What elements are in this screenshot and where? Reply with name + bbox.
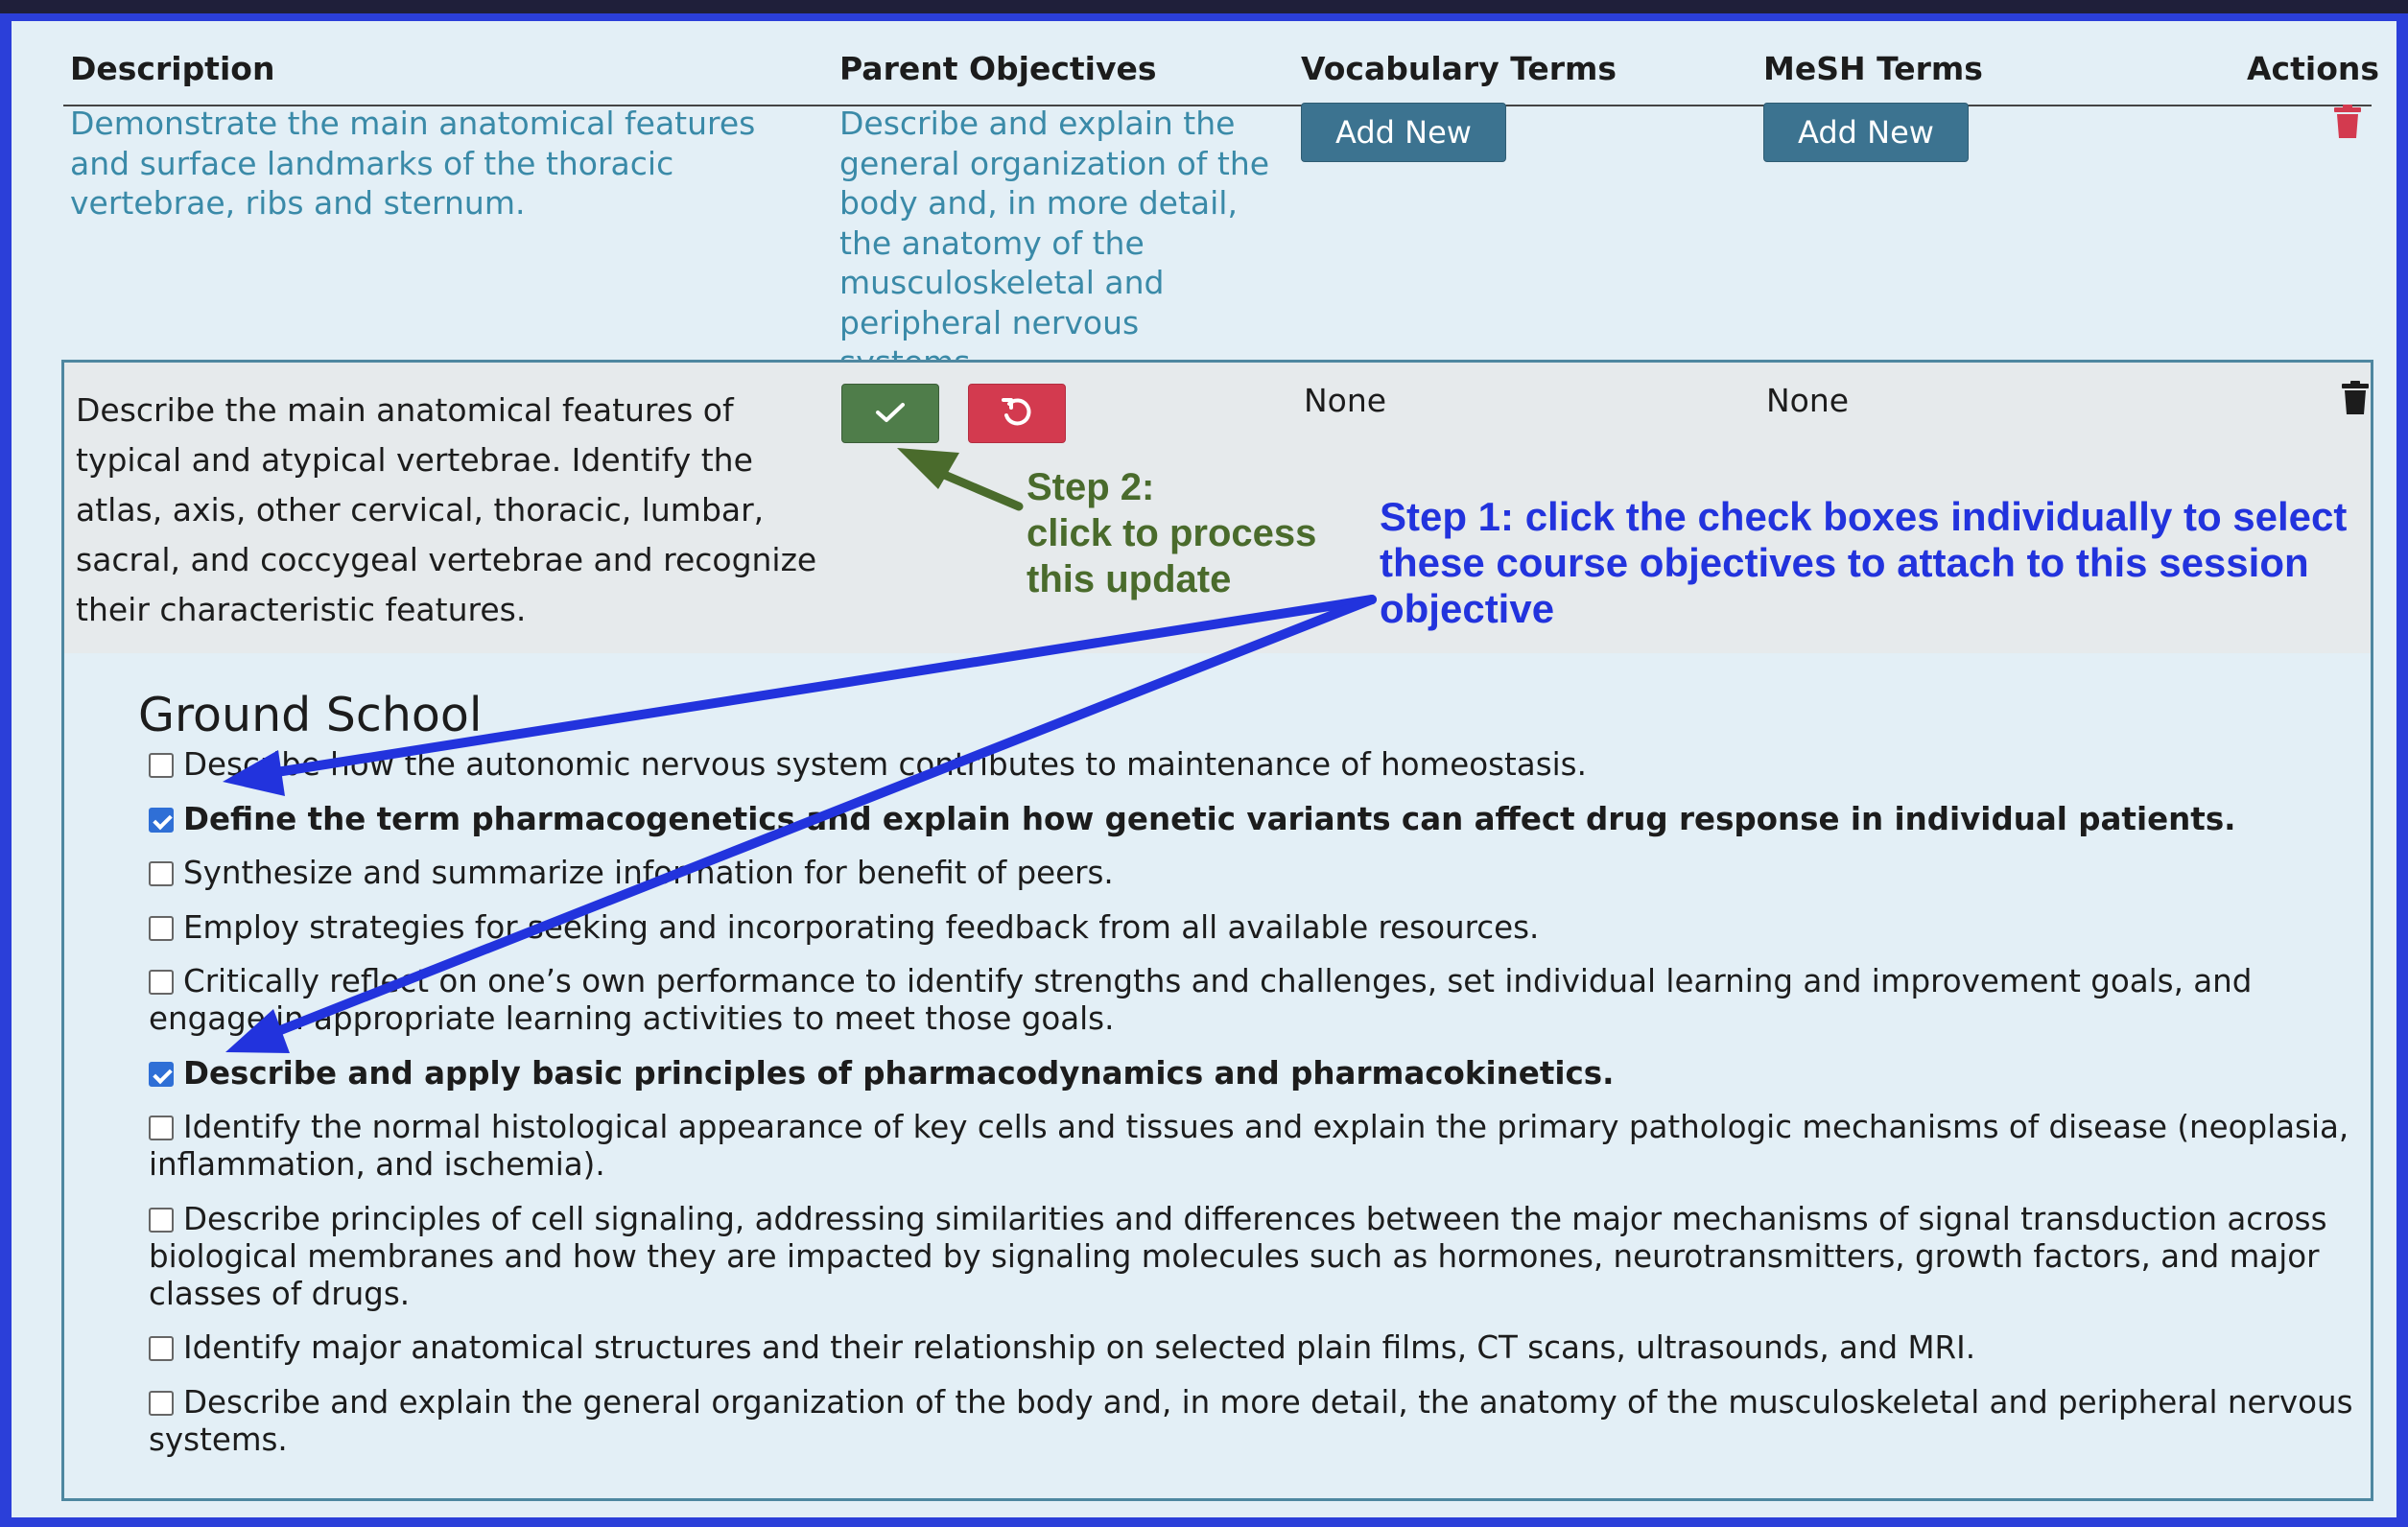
save-parents-button[interactable] xyxy=(841,384,939,443)
row1-parent-objective[interactable]: Describe and explain the general organiz… xyxy=(839,104,1281,383)
objective-item[interactable]: Describe principles of cell signaling, a… xyxy=(149,1201,2355,1313)
step2-annotation: Step 2: click to process this update xyxy=(1027,466,1317,600)
objective-item[interactable]: Identify major anatomical structures and… xyxy=(149,1329,2355,1367)
objective-checkbox[interactable] xyxy=(149,753,174,778)
header-actions: Actions xyxy=(2247,50,2379,87)
objective-item[interactable]: Employ strategies for seeking and incorp… xyxy=(149,909,2355,947)
objective-checkbox[interactable] xyxy=(149,1336,174,1361)
header-vocabulary-terms[interactable]: Vocabulary Terms xyxy=(1301,50,1617,87)
row1-description[interactable]: Demonstrate the main anatomical features… xyxy=(70,104,818,223)
course-objectives-list: Describe how the autonomic nervous syste… xyxy=(149,746,2355,1475)
step1-annotation: Step 1: click the check boxes individual… xyxy=(1380,494,2348,631)
mesh-add-new-button[interactable]: Add New xyxy=(1763,103,1969,162)
objective-item[interactable]: Identify the normal histological appeara… xyxy=(149,1109,2355,1184)
objective-checkbox[interactable] xyxy=(149,807,174,833)
objective-group-title: Ground School xyxy=(138,688,483,742)
row2-vocabulary-value: None xyxy=(1304,382,1387,419)
objective-item[interactable]: Synthesize and summarize information for… xyxy=(149,855,2355,892)
objective-item[interactable]: Describe how the autonomic nervous syste… xyxy=(149,746,2355,784)
vocabulary-add-new-button[interactable]: Add New xyxy=(1301,103,1506,162)
row2-description: Describe the main anatomical features of… xyxy=(76,391,817,628)
objective-checkbox[interactable] xyxy=(149,861,174,886)
objective-checkbox[interactable] xyxy=(149,1207,174,1233)
header-parent-objectives[interactable]: Parent Objectives xyxy=(839,50,1157,87)
header-description[interactable]: Description xyxy=(70,50,274,87)
objective-checkbox[interactable] xyxy=(149,1390,174,1416)
objective-checkbox[interactable] xyxy=(149,970,174,995)
objective-checkbox[interactable] xyxy=(149,1116,174,1140)
objective-item[interactable]: Critically reflect on one’s own performa… xyxy=(149,963,2355,1038)
header-mesh-terms[interactable]: MeSH Terms xyxy=(1763,50,1983,87)
row1-trash-icon[interactable] xyxy=(2333,105,2362,143)
undo-icon xyxy=(1000,395,1034,433)
row2-mesh-value: None xyxy=(1766,382,1850,419)
row2-trash-icon[interactable] xyxy=(2341,381,2370,419)
revert-parents-button[interactable] xyxy=(968,384,1066,443)
objective-item[interactable]: Describe and apply basic principles of p… xyxy=(149,1055,2355,1092)
objective-item[interactable]: Describe and explain the general organiz… xyxy=(149,1384,2355,1459)
check-icon xyxy=(874,401,907,427)
objectives-table-panel: Description Parent Objectives Vocabulary… xyxy=(12,21,2396,1517)
objective-item[interactable]: Define the term pharmacogenetics and exp… xyxy=(149,801,2355,838)
objective-checkbox[interactable] xyxy=(149,1061,174,1087)
objective-checkbox[interactable] xyxy=(149,915,174,941)
